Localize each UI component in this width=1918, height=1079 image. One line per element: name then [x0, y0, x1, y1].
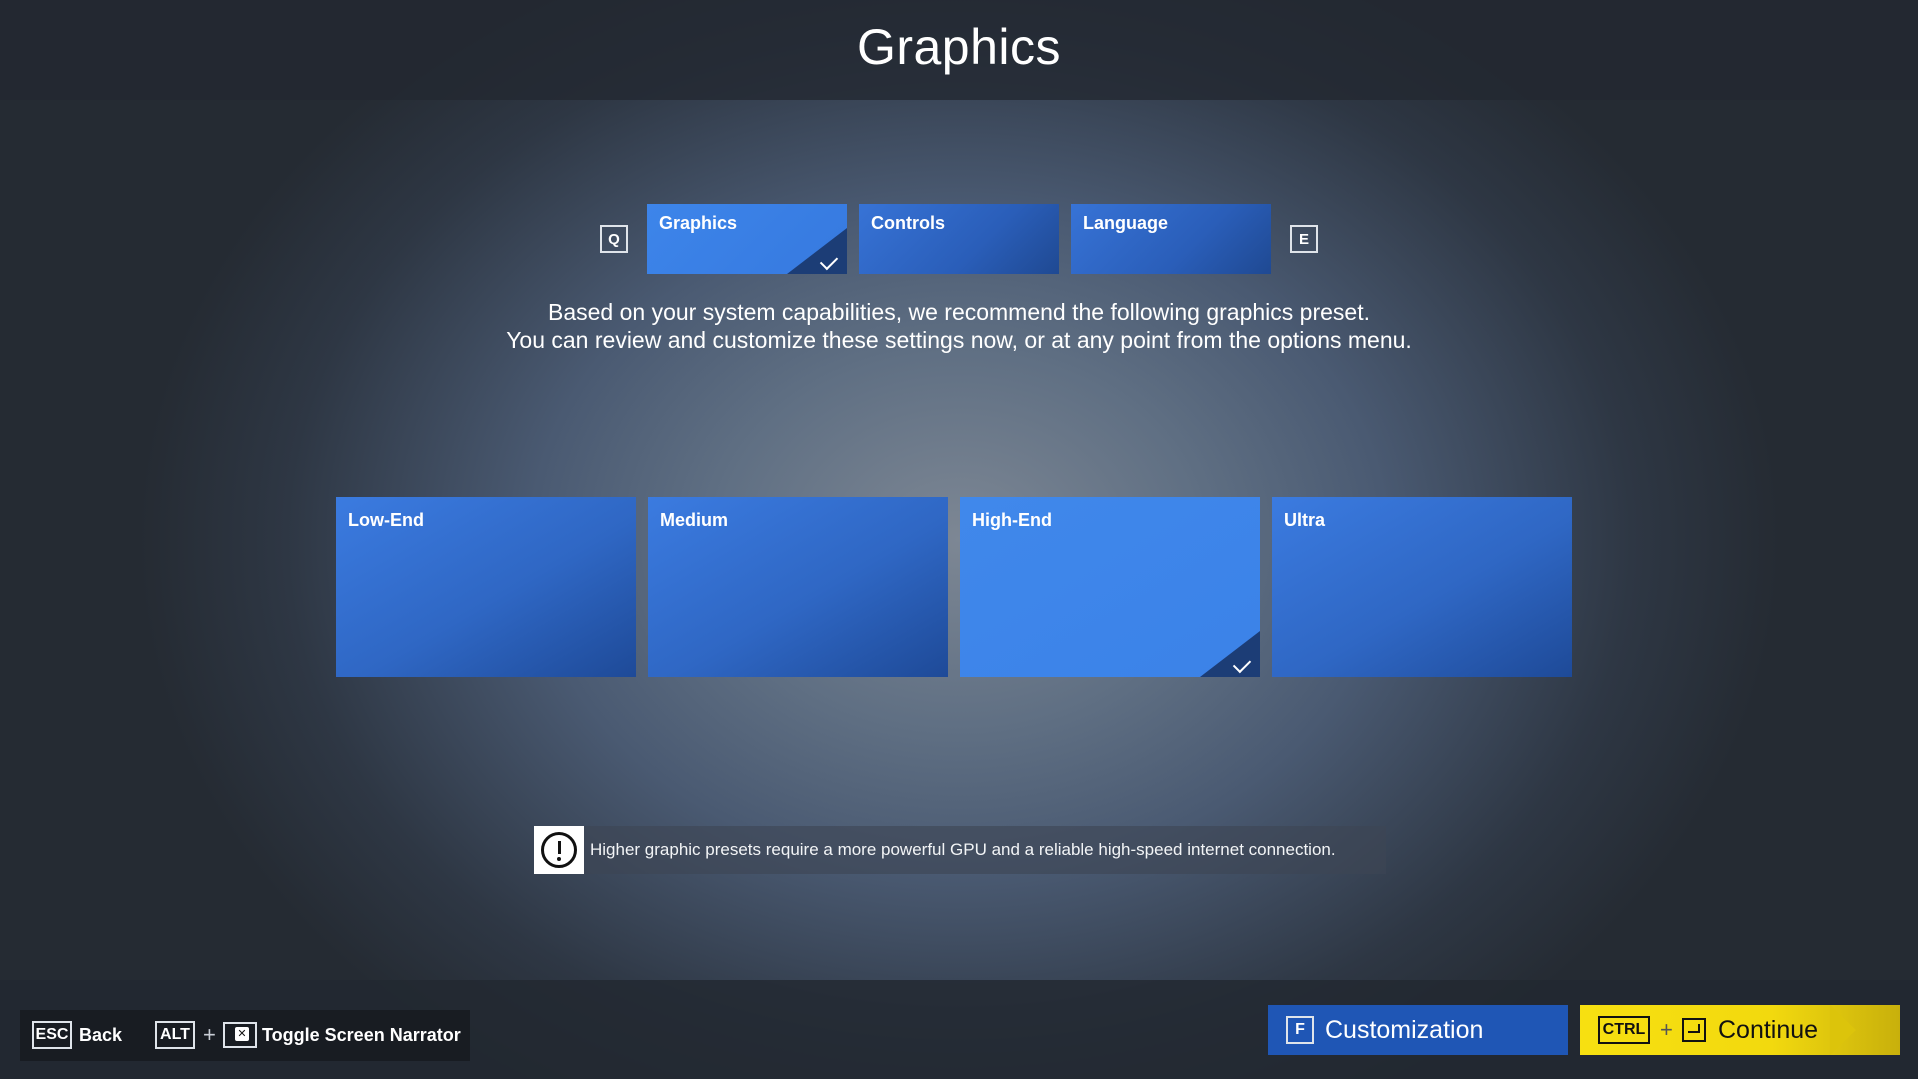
tab-controls-label: Controls	[871, 213, 945, 233]
exclamation-circle-icon	[534, 826, 584, 874]
tab-language[interactable]: Language	[1071, 204, 1271, 274]
back-button[interactable]: Back	[79, 1021, 122, 1049]
preset-ultra[interactable]: Ultra	[1272, 497, 1572, 677]
tab-language-label: Language	[1083, 213, 1169, 233]
selected-corner	[1200, 631, 1260, 677]
customization-label: Customization	[1325, 1016, 1484, 1044]
preset-label: Ultra	[1284, 510, 1326, 530]
preset-label: Low-End	[348, 510, 424, 530]
backspace-icon: ✕	[223, 1022, 257, 1048]
enter-key-icon	[1682, 1018, 1706, 1042]
customization-button[interactable]: F Customization	[1268, 1005, 1568, 1055]
preset-label: High-End	[972, 510, 1052, 530]
f-key-hint: F	[1286, 1016, 1314, 1044]
plus-sign: +	[203, 1022, 216, 1047]
esc-key-hint[interactable]: ESC	[32, 1021, 72, 1049]
warning-text: Higher graphic presets require a more po…	[590, 840, 1336, 859]
ctrl-key-hint: CTRL	[1598, 1016, 1650, 1044]
recommendation-line-1: Based on your system capabilities, we re…	[547, 299, 1370, 325]
prev-tab-key-hint[interactable]: Q	[600, 225, 628, 253]
toggle-narrator-button[interactable]: Toggle Screen Narrator	[262, 1021, 461, 1049]
selected-corner	[787, 228, 847, 274]
recommendation-line-2: You can review and customize these setti…	[506, 327, 1412, 353]
next-tab-key-hint[interactable]: E	[1290, 225, 1318, 253]
preset-low-end[interactable]: Low-End	[336, 497, 636, 677]
tab-graphics[interactable]: Graphics	[647, 204, 847, 274]
preset-medium[interactable]: Medium	[648, 497, 948, 677]
preset-high-end[interactable]: High-End	[960, 497, 1260, 677]
tab-graphics-label: Graphics	[659, 213, 738, 233]
tab-controls[interactable]: Controls	[859, 204, 1059, 274]
chevron-right-icon	[1830, 1005, 1856, 1055]
preset-label: Medium	[660, 510, 729, 530]
recommendation-text: Based on your system capabilities, we re…	[0, 298, 1918, 354]
continue-button[interactable]: CTRL + Continue	[1580, 1005, 1900, 1055]
plus-sign: +	[1660, 1017, 1673, 1042]
warning-banner: Higher graphic presets require a more po…	[534, 826, 1386, 874]
page-title: Graphics	[856, 19, 1062, 75]
alt-key-hint: ALT	[155, 1021, 195, 1049]
continue-label: Continue	[1718, 1016, 1819, 1044]
footer-hints: ESC Back ALT + ✕ Toggle Screen Narrator	[20, 1010, 470, 1061]
